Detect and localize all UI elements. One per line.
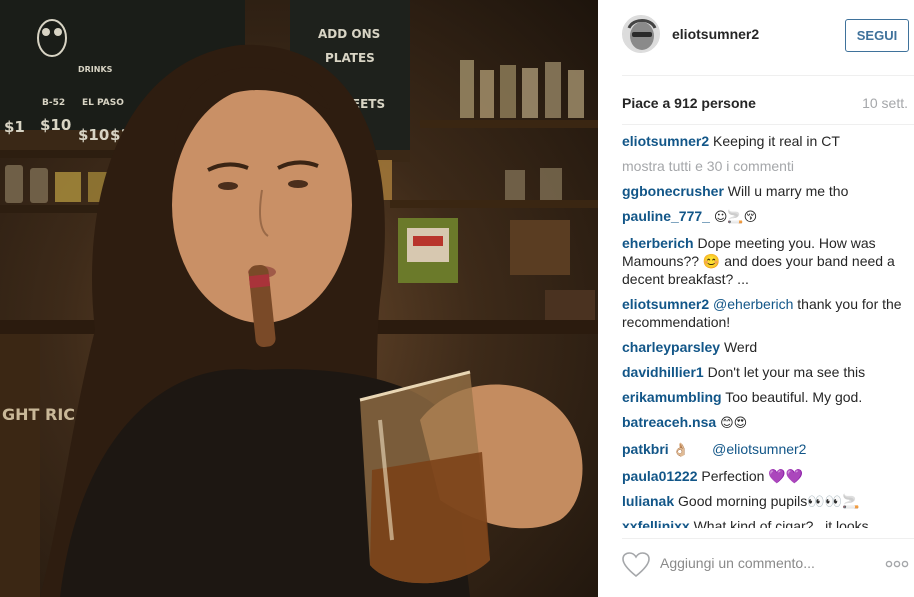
chalk-text-addons: ADD ONS (318, 27, 380, 41)
author-username[interactable]: eliotsumner2 (672, 26, 759, 42)
comment-text: Keeping it real in CT (713, 133, 840, 149)
comment-item: lulianak Good morning pupils👀👀🚬 (622, 492, 902, 510)
comment-mention[interactable]: @eherberich (713, 296, 793, 312)
post-photo[interactable]: ADD ONS PLATES SWEETS DRINKS B-52 EL PAS… (0, 0, 598, 597)
comment-text: Werd (723, 339, 758, 355)
comment-item: patkbri 👌🏼 @eliotsumner2 (622, 440, 902, 460)
comment-text: Don't let your ma see this (707, 364, 866, 380)
comment-username[interactable]: charleyparsley (622, 339, 720, 355)
comment-text: ☺🚬😚 (713, 210, 758, 225)
comment-item: eliotsumner2 @eherberich thank you for t… (622, 295, 902, 331)
likes-count[interactable]: Piace a 912 persone (622, 95, 756, 111)
more-horizontal-icon[interactable] (885, 555, 909, 573)
comment-caption: eliotsumner2 Keeping it real in CT (622, 132, 902, 150)
footer-divider (622, 538, 914, 539)
comment-text: Good morning pupils👀👀🚬 (678, 493, 860, 509)
comment-text: 👌🏼 (672, 443, 689, 458)
post-footer (598, 541, 914, 597)
comment-item: charleyparsley Werd (622, 338, 902, 356)
comment-username[interactable]: paula01222 (622, 468, 698, 484)
comment-username[interactable]: batreaceh.nsa (622, 414, 716, 430)
avatar[interactable] (622, 15, 660, 53)
chalk-text-plates: PLATES (325, 51, 375, 65)
comment-item: eherberich Dope meeting you. How was Mam… (622, 234, 902, 288)
post-sidebar: eliotsumner2 SEGUI Piace a 912 persone 1… (598, 0, 914, 597)
chalk-price-2: $10 (78, 126, 109, 144)
post-header: eliotsumner2 SEGUI (598, 0, 914, 75)
comment-username[interactable]: patkbri (622, 441, 669, 457)
comment-text: 😊😍 (720, 416, 748, 431)
comment-item: davidhillier1 Don't let your ma see this (622, 363, 902, 381)
comment-username[interactable]: lulianak (622, 493, 674, 509)
comment-username[interactable]: eherberich (622, 235, 694, 251)
likes-divider (622, 124, 914, 125)
post-age[interactable]: 10 sett. (862, 95, 908, 111)
comment-item: ggbonecrusher Will u marry me tho (622, 182, 902, 200)
likes-row: Piace a 912 persone 10 sett. (622, 95, 908, 113)
comment-text: Perfection 💜💜 (701, 468, 804, 484)
add-comment-input[interactable] (660, 551, 850, 575)
comment-username[interactable]: ggbonecrusher (622, 183, 724, 199)
comment-text: Too beautiful. My god. (725, 389, 863, 405)
photo-scene: ADD ONS PLATES SWEETS DRINKS B-52 EL PAS… (0, 0, 598, 597)
whisky-glass (359, 370, 490, 584)
chalk-text-elpaso: EL PASO (82, 98, 124, 108)
comments-list: eliotsumner2 Keeping it real in CT mostr… (622, 132, 902, 528)
comment-username[interactable]: davidhillier1 (622, 364, 704, 380)
wall-text: GHT RIC (2, 405, 75, 424)
comment-item: pauline_777_ ☺🚬😚 (622, 207, 902, 227)
comment-item: xxfellinixx What kind of cigar?...it loo… (622, 517, 902, 528)
chalk-price-4: $1 (4, 118, 25, 136)
chalk-text-b52: B-52 (42, 98, 65, 108)
comment-username[interactable]: eliotsumner2 (622, 133, 709, 149)
comment-username[interactable]: xxfellinixx (622, 518, 690, 528)
comment-item: erikamumbling Too beautiful. My god. (622, 388, 902, 406)
comment-username[interactable]: pauline_777_ (622, 208, 710, 224)
heart-outline-icon[interactable] (622, 552, 650, 578)
comment-username[interactable]: erikamumbling (622, 389, 722, 405)
chalk-price-1: $10 (40, 116, 71, 134)
chalk-text-drinks: DRINKS (78, 65, 113, 74)
follow-button[interactable]: SEGUI (845, 19, 909, 52)
comment-item: paula01222 Perfection 💜💜 (622, 467, 902, 485)
comment-username[interactable]: eliotsumner2 (622, 296, 709, 312)
comment-item: batreaceh.nsa 😊😍 (622, 413, 902, 433)
comment-text: Will u marry me tho (727, 183, 849, 199)
header-divider (622, 75, 914, 76)
show-all-comments-link[interactable]: mostra tutti e 30 i commenti (622, 157, 902, 175)
comment-text: What kind of cigar?...it looks (693, 518, 869, 528)
comment-mention[interactable]: @eliotsumner2 (712, 441, 806, 457)
